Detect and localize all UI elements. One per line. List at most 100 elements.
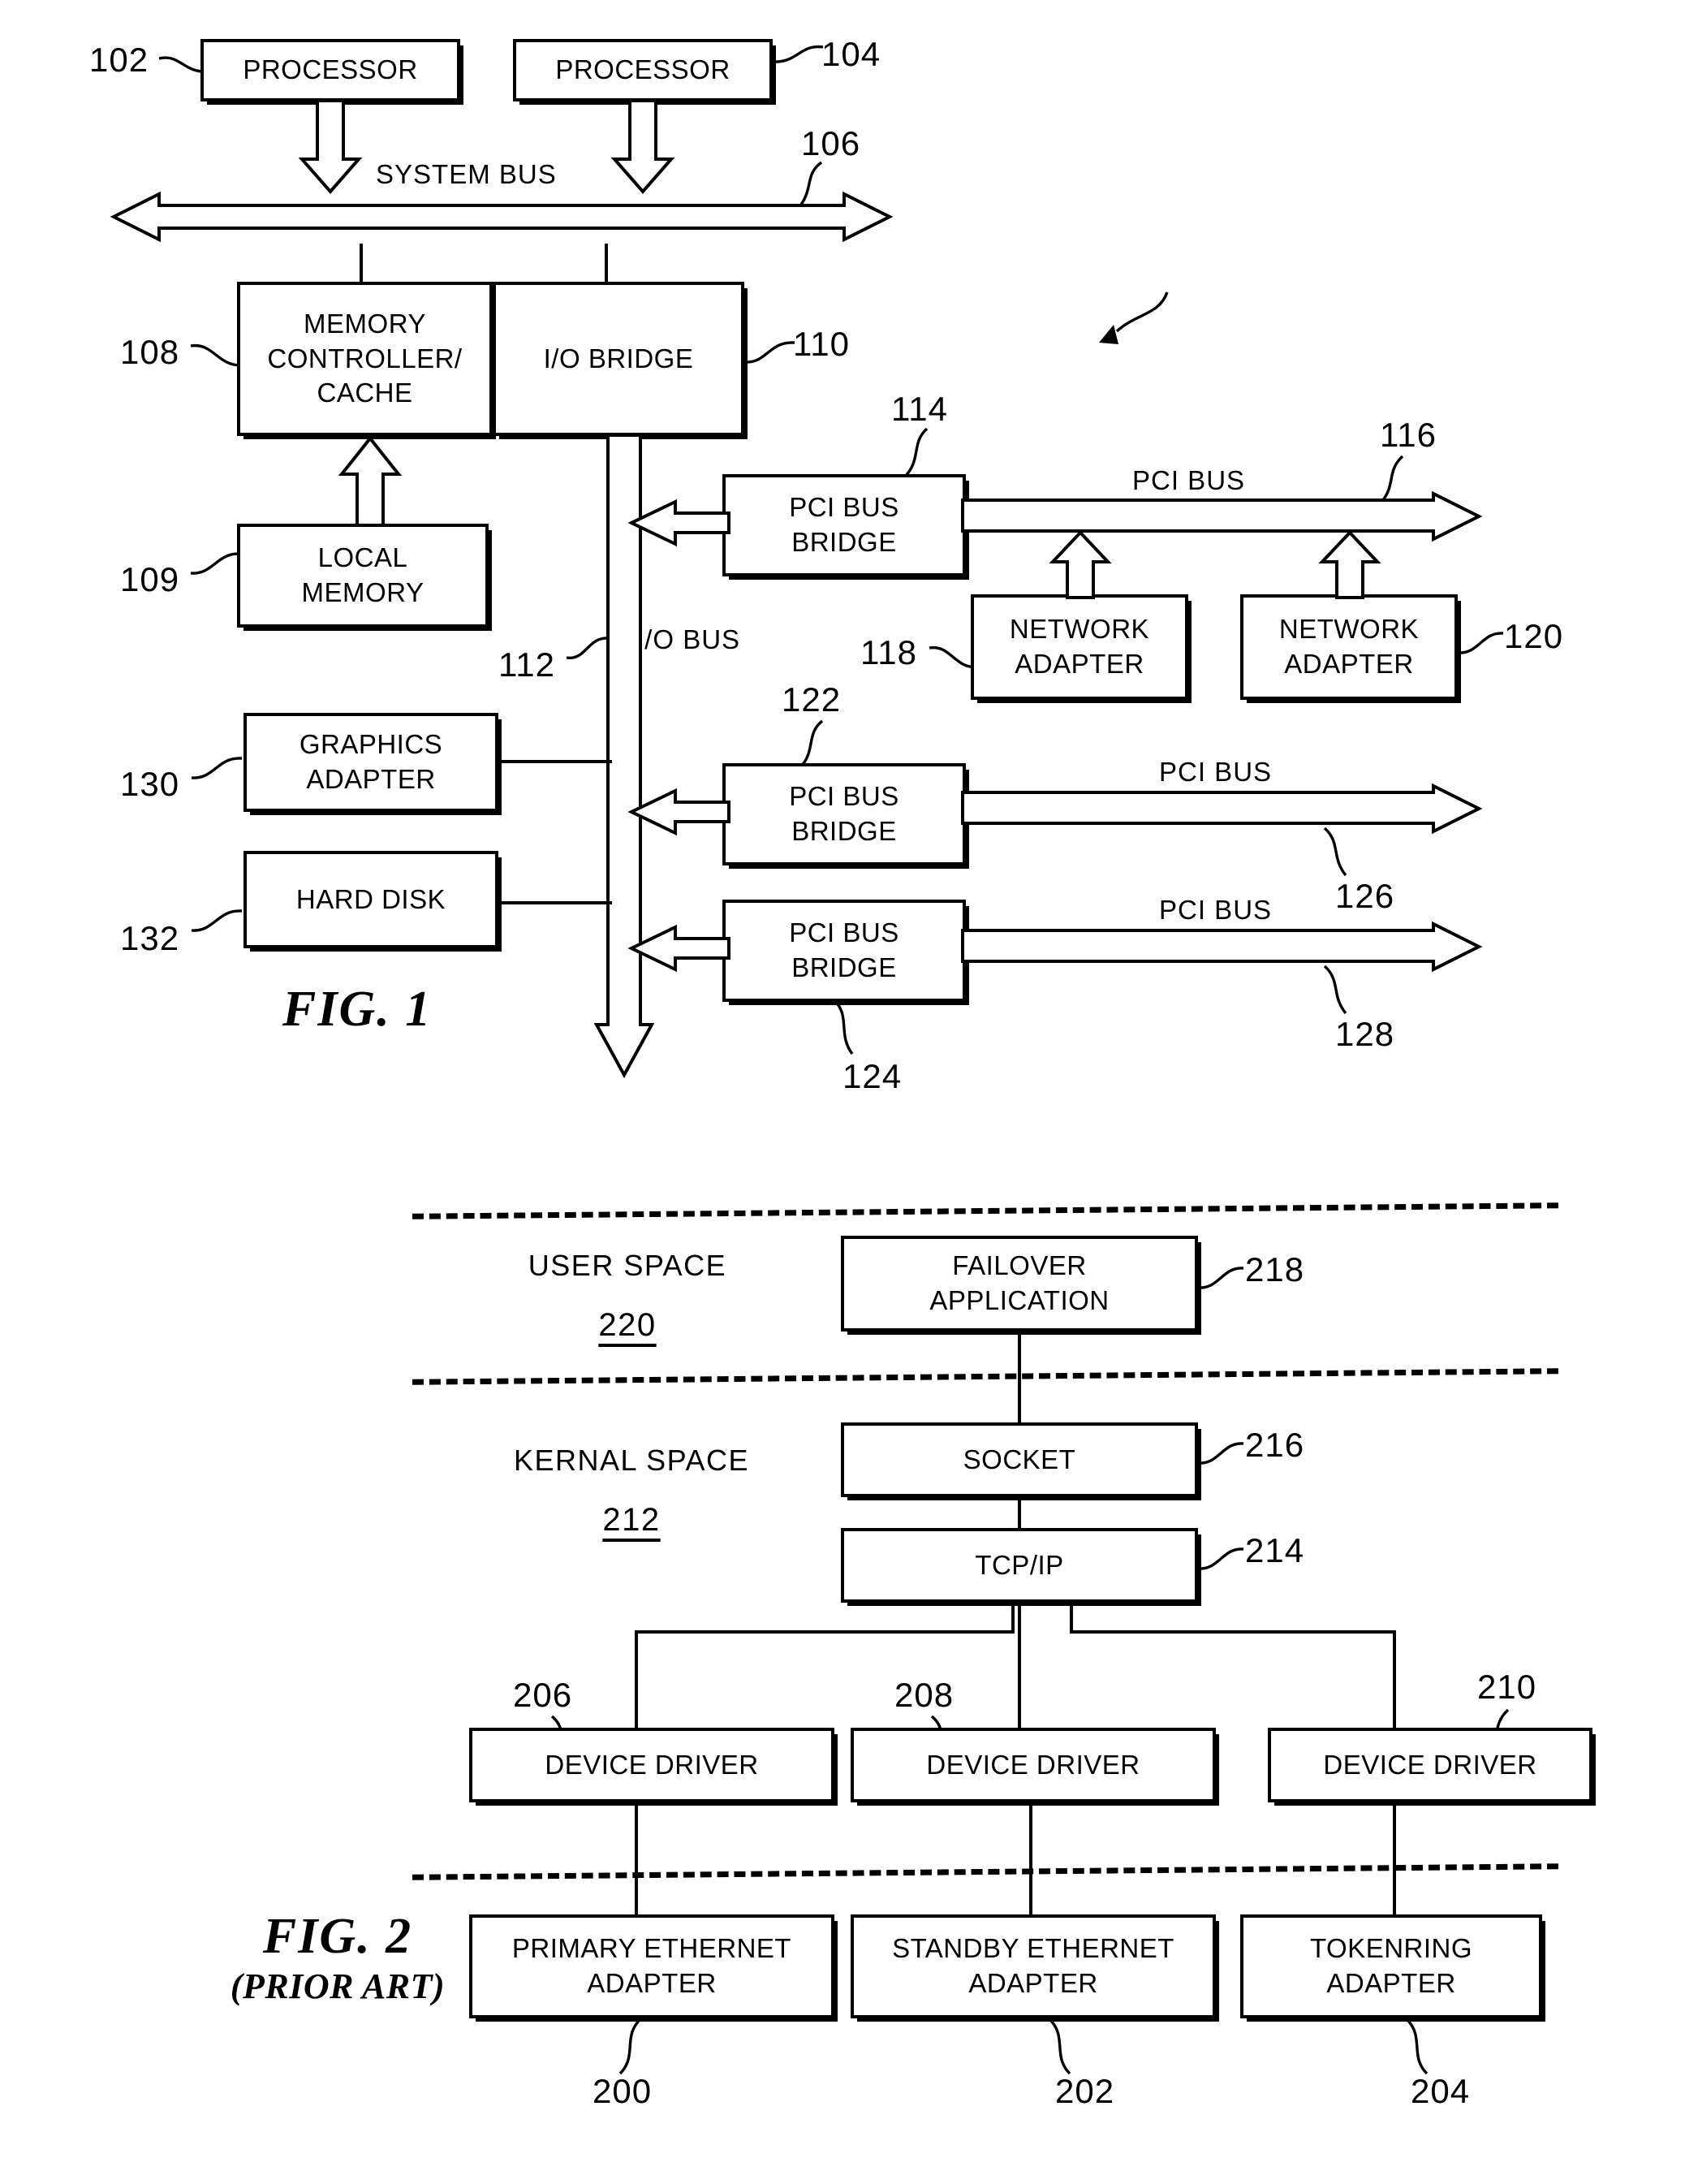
graphics-adapter-line-2: ADAPTER <box>306 764 436 794</box>
device-driver-1-label: DEVICE DRIVER <box>545 1749 759 1780</box>
hard-disk-box: HARD DISK <box>243 851 498 948</box>
device-driver-2-to-adapter-line <box>1029 1802 1032 1916</box>
ref-numeral-202: 202 <box>1055 2072 1115 2110</box>
ref-numeral-106: 106 <box>801 124 861 162</box>
memory-controller-line-2: CONTROLLER/ <box>267 343 463 373</box>
leader-line-112 <box>566 637 610 659</box>
kernal-space-ref: 212 <box>602 1502 661 1538</box>
hard-disk-label: HARD DISK <box>295 883 446 914</box>
local-memory-box: LOCAL MEMORY <box>237 524 489 628</box>
ref-numeral-112: 112 <box>498 645 555 684</box>
io-bus-label-line-1: I/O <box>636 624 675 654</box>
system-pointer-arrow <box>1099 291 1169 344</box>
pci-bus-bridge-1-box: PCI BUS BRIDGE <box>722 474 966 576</box>
ref-numeral-216: 216 <box>1245 1426 1305 1464</box>
socket-box: SOCKET <box>841 1422 1198 1497</box>
leader-line-132 <box>191 909 243 932</box>
user-space-top-divider <box>412 1202 1559 1219</box>
network-adapter-1-line-2: ADAPTER <box>1015 649 1144 679</box>
leader-line-204 <box>1404 2017 1429 2075</box>
tokenring-adapter-line-1: TOKENRING <box>1309 1933 1473 1964</box>
network-adapter-2-box: NETWORK ADAPTER <box>1240 594 1458 700</box>
tcpip-to-device-driver-2-line <box>1018 1603 1021 1728</box>
ref-numeral-104: 104 <box>821 35 881 73</box>
system-bus-to-io-bridge-line <box>605 244 608 284</box>
pci-bus-bridge-1-line-2: BRIDGE <box>791 527 897 557</box>
processor-2-box: PROCESSOR <box>513 39 773 101</box>
ref-numeral-206: 206 <box>513 1676 573 1714</box>
ref-numeral-128: 128 <box>1335 1015 1395 1053</box>
local-memory-line-2: MEMORY <box>301 577 424 607</box>
io-bridge-box: I/O BRIDGE <box>493 282 744 436</box>
ref-numeral-130: 130 <box>120 765 180 803</box>
ref-numeral-102: 102 <box>89 41 149 79</box>
device-driver-3-label: DEVICE DRIVER <box>1323 1749 1537 1780</box>
processor-2-label: PROCESSOR <box>555 54 730 85</box>
device-driver-1-box: DEVICE DRIVER <box>469 1728 834 1802</box>
leader-line-202 <box>1047 2017 1071 2075</box>
network-adapter-2-line-1: NETWORK <box>1278 614 1420 645</box>
pci-bus-bridge-3-box: PCI BUS BRIDGE <box>722 900 966 1002</box>
hard-disk-to-io-bus-line <box>498 901 612 904</box>
device-driver-3-to-adapter-line <box>1393 1802 1396 1916</box>
pci-bus-1-arrow <box>961 490 1483 542</box>
pci-bus-bridge-3-line-1: PCI BUS <box>789 917 899 948</box>
user-space-label-text: USER SPACE <box>528 1249 727 1282</box>
failover-application-box: FAILOVER APPLICATION <box>841 1236 1198 1332</box>
ref-numeral-218: 218 <box>1245 1250 1305 1288</box>
ref-numeral-118: 118 <box>860 633 917 671</box>
processor-1-bus-arrow <box>298 99 363 195</box>
kernal-space-label-text: KERNAL SPACE <box>513 1444 750 1477</box>
tokenring-adapter-box: TOKENRING ADAPTER <box>1240 1914 1542 2018</box>
system-bus-label: SYSTEM BUS <box>376 159 557 189</box>
primary-ethernet-adapter-box: PRIMARY ETHERNET ADAPTER <box>469 1914 834 2018</box>
primary-ethernet-adapter-line-2: ADAPTER <box>587 1968 717 1998</box>
failover-application-line-2: APPLICATION <box>929 1285 1110 1315</box>
ref-numeral-210: 210 <box>1477 1668 1537 1706</box>
io-bus-label: I/O BUS <box>636 624 740 656</box>
ref-numeral-124: 124 <box>842 1057 903 1095</box>
figure-2-caption: FIG. 2 (PRIOR ART) <box>200 1908 476 2007</box>
leader-line-130 <box>191 757 243 779</box>
pci-bus-bridge-2-line-2: BRIDGE <box>791 816 897 846</box>
figure-2-caption-sub: (PRIOR ART) <box>230 1966 446 2006</box>
kernal-space-label: KERNAL SPACE 212 <box>510 1444 753 1539</box>
standby-ethernet-adapter-line-2: ADAPTER <box>968 1968 1098 1998</box>
pci-bus-bridge-1-line-1: PCI BUS <box>789 492 899 523</box>
primary-ethernet-adapter-line-1: PRIMARY ETHERNET <box>511 1933 792 1964</box>
tokenring-adapter-line-2: ADAPTER <box>1326 1968 1456 1998</box>
patent-drawing-sheet: 102 PROCESSOR PROCESSOR 104 SYSTEM BUS 1… <box>0 0 1685 2184</box>
leader-line-124 <box>833 999 854 1055</box>
pci-bus-bridge-2-line-1: PCI BUS <box>789 781 899 812</box>
ref-numeral-204: 204 <box>1411 2072 1471 2110</box>
network-adapter-2-line-2: ADAPTER <box>1284 649 1414 679</box>
ref-numeral-126: 126 <box>1335 877 1395 915</box>
tcpip-label: TCP/IP <box>975 1549 1064 1580</box>
user-space-ref: 220 <box>598 1307 657 1343</box>
ref-numeral-109: 109 <box>120 560 180 598</box>
figure-2-caption-text: FIG. 2 <box>262 1909 413 1964</box>
failover-application-line-1: FAILOVER <box>952 1250 1087 1281</box>
tcpip-to-device-driver-3-line <box>1393 1630 1396 1728</box>
memory-controller-line-1: MEMORY <box>304 308 426 339</box>
user-space-label: USER SPACE 220 <box>526 1249 729 1344</box>
ref-numeral-122: 122 <box>782 680 842 719</box>
ref-numeral-120: 120 <box>1504 617 1564 655</box>
ref-numeral-214: 214 <box>1245 1531 1305 1569</box>
network-adapter-1-line-1: NETWORK <box>1009 614 1150 645</box>
ref-numeral-208: 208 <box>894 1676 955 1714</box>
leader-line-128 <box>1323 965 1347 1015</box>
leader-line-200 <box>618 2017 643 2075</box>
kernal-hardware-divider <box>412 1863 1559 1880</box>
tcpip-to-device-driver-1-line <box>635 1630 638 1728</box>
system-bus-arrow <box>110 191 894 243</box>
socket-label: SOCKET <box>963 1444 1076 1474</box>
leader-line-126 <box>1323 827 1347 877</box>
ref-numeral-108: 108 <box>120 333 180 371</box>
ref-numeral-132: 132 <box>120 919 180 957</box>
leader-line-214 <box>1197 1547 1244 1570</box>
tcpip-left-branch-horizontal <box>635 1630 1015 1634</box>
pci-bridge-3-to-io-bus-arrow <box>627 924 730 973</box>
graphics-adapter-to-io-bus-line <box>498 760 612 763</box>
leader-line-120 <box>1457 632 1504 654</box>
